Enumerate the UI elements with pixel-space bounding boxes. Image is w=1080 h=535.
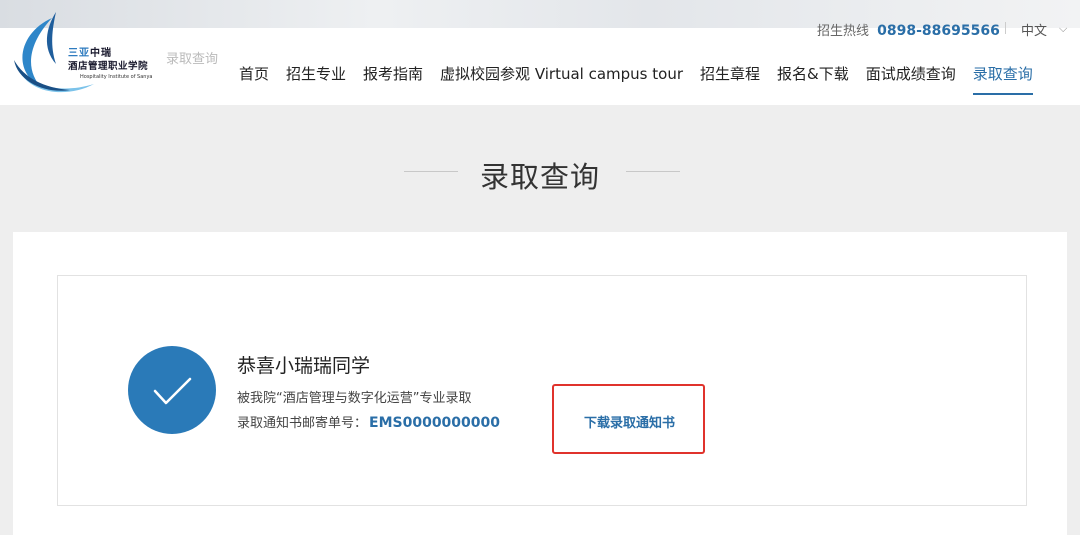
nav-item-majors[interactable]: 招生专业 bbox=[286, 64, 346, 95]
hotline: 招生热线 0898-88695566 bbox=[817, 20, 1000, 39]
chevron-down-icon[interactable]: ⌵ bbox=[1059, 22, 1067, 36]
hotline-number[interactable]: 0898-88695566 bbox=[877, 23, 1000, 39]
hotline-label: 招生热线 bbox=[817, 24, 870, 39]
nav-item-interview-score[interactable]: 面试成绩查询 bbox=[866, 64, 956, 95]
nav-item-home[interactable]: 首页 bbox=[239, 64, 269, 95]
language-selector[interactable]: 中文 bbox=[1021, 20, 1047, 39]
nav-item-virtual-tour[interactable]: 虚拟校园参观 Virtual campus tour bbox=[440, 64, 683, 95]
nav-item-admission-query[interactable]: 录取查询 bbox=[972, 64, 1033, 95]
mail-tracking-label: 录取通知书邮寄单号： bbox=[237, 416, 368, 431]
main-nav: 首页 招生专业 报考指南 虚拟校园参观 Virtual campus tour … bbox=[239, 64, 1033, 95]
page-title-area: 录取查询 bbox=[0, 150, 1080, 194]
nav-item-guide[interactable]: 报考指南 bbox=[363, 64, 423, 95]
checkmark-icon bbox=[128, 346, 216, 434]
congrats-heading: 恭喜小瑞瑞同学 bbox=[237, 355, 371, 377]
nav-item-signup-download[interactable]: 报名&下载 bbox=[777, 64, 849, 95]
page-title: 录取查询 bbox=[479, 160, 600, 194]
nav-item-regulations[interactable]: 招生章程 bbox=[700, 64, 760, 95]
logo-name-line1: 三亚中瑞 bbox=[68, 48, 112, 59]
site-header: 三亚中瑞 酒店管理职业学院 Hospitality Institute of S… bbox=[0, 0, 1080, 105]
mail-tracking-number: EMS0000000000 bbox=[369, 415, 501, 431]
school-logo[interactable]: 三亚中瑞 酒店管理职业学院 Hospitality Institute of S… bbox=[12, 10, 172, 96]
logo-name-line2: 酒店管理职业学院 bbox=[68, 61, 149, 72]
divider bbox=[1005, 22, 1006, 34]
divider bbox=[626, 171, 680, 172]
download-notice-button[interactable]: 下载录取通知书 bbox=[584, 412, 675, 431]
logo-english-name: Hospitality Institute of Sanya bbox=[80, 74, 153, 80]
mail-tracking: 录取通知书邮寄单号： EMS0000000000 bbox=[237, 412, 500, 431]
admission-text: 被我院“酒店管理与数字化运营”专业录取 bbox=[237, 391, 472, 406]
breadcrumb: 录取查询 bbox=[166, 52, 219, 67]
